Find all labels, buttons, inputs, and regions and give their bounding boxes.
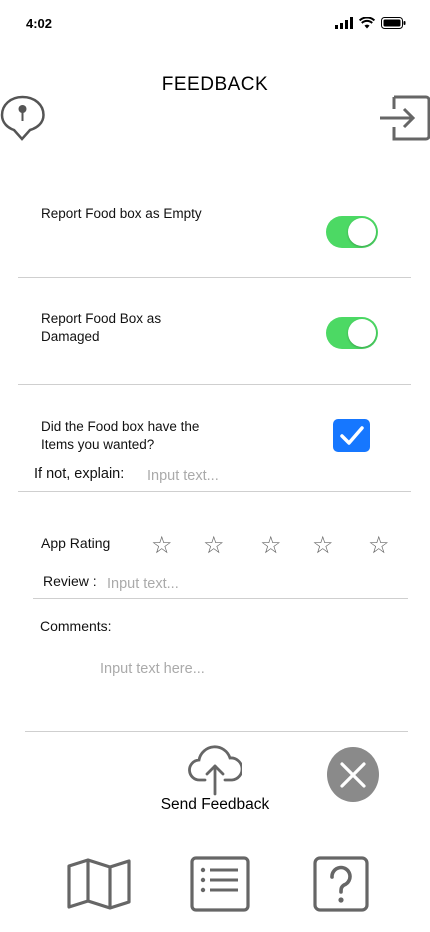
rating-star-4[interactable]: ☆	[312, 534, 334, 558]
divider	[33, 598, 408, 599]
app-rating-label: App Rating	[41, 535, 111, 551]
report-damaged-toggle[interactable]	[326, 317, 378, 349]
items-wanted-label: Did the Food box have the Items you want…	[41, 419, 200, 452]
list-icon[interactable]	[190, 856, 250, 912]
items-wanted-checkbox[interactable]	[333, 419, 370, 452]
map-icon[interactable]	[67, 858, 131, 910]
report-damaged-label: Report Food Box as Damaged	[41, 311, 162, 344]
help-icon[interactable]	[313, 856, 369, 912]
divider	[18, 384, 411, 385]
review-input[interactable]: Input text...	[107, 576, 397, 592]
send-feedback-button[interactable]: Send Feedback	[150, 796, 280, 814]
exit-icon[interactable]	[380, 95, 430, 141]
rating-star-2[interactable]: ☆	[203, 534, 225, 558]
cancel-button[interactable]	[327, 747, 379, 802]
close-icon	[340, 761, 366, 788]
page-title: FEEDBACK	[161, 74, 269, 95]
toggle-knob	[348, 319, 376, 347]
report-empty-label: Report Food box as Empty	[41, 206, 202, 221]
report-empty-toggle[interactable]	[326, 216, 378, 248]
review-label: Review :	[43, 573, 97, 589]
comments-input[interactable]: Input text here...	[100, 661, 400, 677]
status-icons	[335, 17, 406, 29]
cloud-upload-icon[interactable]	[188, 744, 242, 796]
toggle-knob	[348, 218, 376, 246]
divider	[25, 731, 408, 732]
rating-star-3[interactable]: ☆	[260, 534, 282, 558]
rating-star-5[interactable]: ☆	[368, 534, 390, 558]
battery-icon	[381, 17, 406, 29]
rating-star-1[interactable]: ☆	[151, 534, 173, 558]
explain-label: If not, explain:	[34, 466, 125, 482]
divider	[18, 277, 411, 278]
wifi-icon	[359, 17, 375, 29]
comments-label: Comments:	[40, 618, 112, 634]
explain-input[interactable]: Input text...	[147, 468, 402, 484]
divider	[18, 491, 411, 492]
checkmark-icon	[339, 425, 364, 445]
status-time: 4:02	[26, 16, 53, 31]
location-pin-icon[interactable]	[0, 95, 46, 141]
signal-icon	[335, 17, 353, 29]
